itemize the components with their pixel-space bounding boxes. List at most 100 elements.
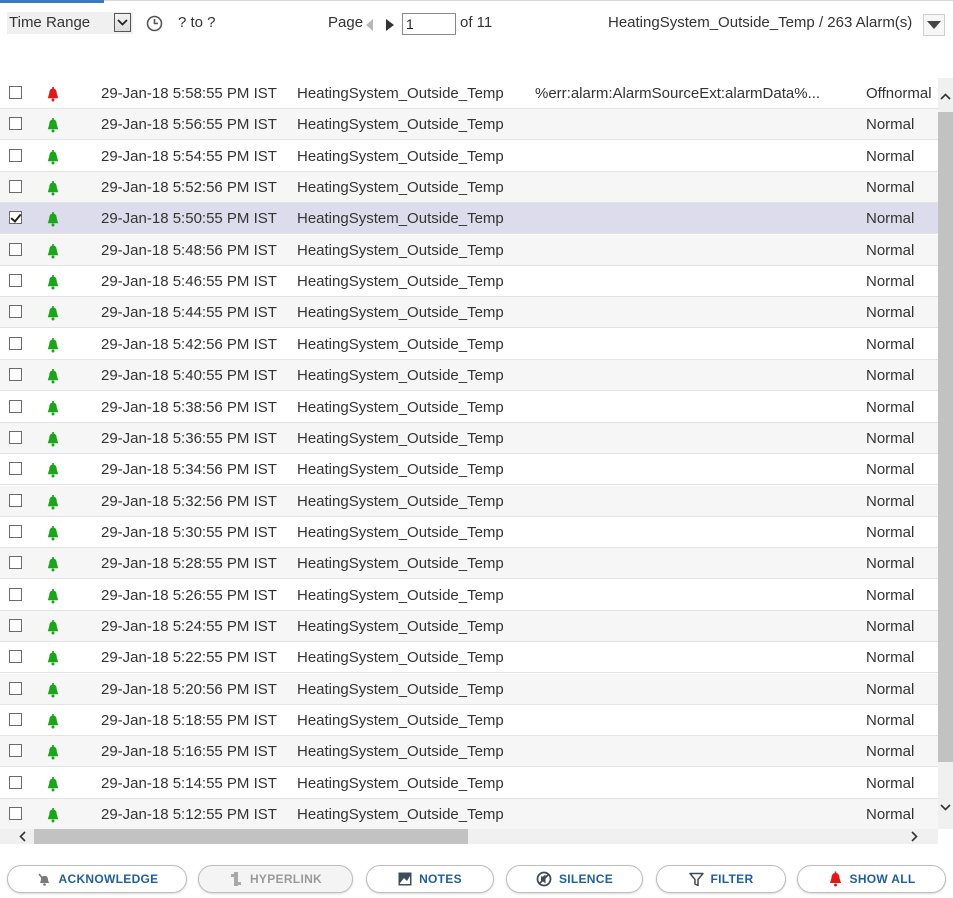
filter-icon (688, 872, 704, 886)
table-row[interactable]: 29-Jan-18 5:42:56 PM IST HeatingSystem_Ou… (0, 329, 938, 360)
alarm-timestamp: 29-Jan-18 5:26:55 PM IST (101, 587, 277, 604)
alarm-source: HeatingSystem_Outside_Temp (297, 587, 504, 604)
alarm-timestamp: 29-Jan-18 5:56:55 PM IST (101, 116, 277, 133)
row-checkbox[interactable] (9, 86, 22, 99)
row-checkbox[interactable] (9, 431, 22, 444)
show-all-label: SHOW ALL (849, 872, 916, 886)
table-row[interactable]: 29-Jan-18 5:26:55 PM IST HeatingSystem_Ou… (0, 580, 938, 611)
table-row[interactable]: 29-Jan-18 5:54:55 PM IST HeatingSystem_Ou… (0, 141, 938, 172)
row-checkbox[interactable] (9, 525, 22, 538)
alarm-source: HeatingSystem_Outside_Temp (297, 179, 504, 196)
chevron-down-icon[interactable] (114, 13, 131, 32)
table-row[interactable]: 29-Jan-18 5:58:55 PM IST HeatingSystem_Ou… (0, 78, 938, 109)
alarm-timestamp: 29-Jan-18 5:48:56 PM IST (101, 242, 277, 259)
scroll-right-icon[interactable] (906, 829, 922, 844)
scroll-left-icon[interactable] (14, 829, 30, 844)
row-checkbox[interactable] (9, 305, 22, 318)
notes-button[interactable]: NOTES (366, 865, 494, 893)
filter-button[interactable]: FILTER (656, 865, 786, 893)
alarm-source: HeatingSystem_Outside_Temp (297, 116, 504, 133)
alarm-state: Normal (866, 179, 915, 196)
vertical-scrollbar-thumb[interactable] (938, 112, 953, 762)
table-row[interactable]: 29-Jan-18 5:12:55 PM IST HeatingSystem_Ou… (0, 799, 938, 829)
row-checkbox[interactable] (9, 149, 22, 162)
table-row[interactable]: 29-Jan-18 5:24:55 PM IST HeatingSystem_Ou… (0, 611, 938, 642)
row-checkbox[interactable] (9, 368, 22, 381)
show-all-button[interactable]: SHOW ALL (797, 865, 946, 893)
scroll-down-icon[interactable] (938, 799, 953, 815)
row-checkbox[interactable] (9, 494, 22, 507)
bell-icon (46, 306, 60, 325)
table-row[interactable]: 29-Jan-18 5:32:56 PM IST HeatingSystem_Ou… (0, 486, 938, 517)
acknowledge-button[interactable]: ACKNOWLEDGE (7, 865, 187, 893)
table-row[interactable]: 29-Jan-18 5:34:56 PM IST HeatingSystem_Ou… (0, 454, 938, 485)
table-row[interactable]: 29-Jan-18 5:36:55 PM IST HeatingSystem_Ou… (0, 423, 938, 454)
time-range-label: Time Range (9, 14, 91, 31)
table-row[interactable]: 29-Jan-18 5:56:55 PM IST HeatingSystem_Ou… (0, 109, 938, 140)
row-checkbox[interactable] (9, 556, 22, 569)
alarm-source: HeatingSystem_Outside_Temp (297, 210, 504, 227)
alarm-source: HeatingSystem_Outside_Temp (297, 336, 504, 353)
row-checkbox[interactable] (9, 744, 22, 757)
table-row[interactable]: 29-Jan-18 5:28:55 PM IST HeatingSystem_Ou… (0, 548, 938, 579)
table-row[interactable]: 29-Jan-18 5:14:55 PM IST HeatingSystem_Ou… (0, 768, 938, 799)
row-checkbox[interactable] (9, 776, 22, 789)
alarm-state: Normal (866, 273, 915, 290)
page-number-input[interactable] (402, 13, 456, 35)
row-checkbox[interactable] (9, 400, 22, 413)
row-checkbox[interactable] (9, 682, 22, 695)
table-row[interactable]: 29-Jan-18 5:50:55 PM IST HeatingSystem_Ou… (0, 203, 938, 234)
row-checkbox[interactable] (9, 117, 22, 130)
alarm-timestamp: 29-Jan-18 5:12:55 PM IST (101, 806, 277, 823)
row-checkbox[interactable] (9, 211, 22, 224)
table-row[interactable]: 29-Jan-18 5:40:55 PM IST HeatingSystem_Ou… (0, 360, 938, 391)
bell-icon (46, 275, 60, 294)
table-row[interactable]: 29-Jan-18 5:52:56 PM IST HeatingSystem_Ou… (0, 172, 938, 203)
table-row[interactable]: 29-Jan-18 5:16:55 PM IST HeatingSystem_Ou… (0, 736, 938, 767)
bell-icon (46, 87, 60, 106)
bell-icon (46, 150, 60, 169)
notes-icon (398, 872, 412, 886)
options-menu-button[interactable] (923, 14, 945, 36)
row-checkbox[interactable] (9, 462, 22, 475)
alarm-source: HeatingSystem_Outside_Temp (297, 85, 504, 102)
silence-button[interactable]: SILENCE (506, 865, 643, 893)
row-checkbox[interactable] (9, 180, 22, 193)
row-checkbox[interactable] (9, 713, 22, 726)
clock-icon[interactable] (146, 15, 163, 36)
time-range-select[interactable]: Time Range (7, 12, 133, 34)
notes-label: NOTES (419, 872, 462, 886)
table-row[interactable]: 29-Jan-18 5:48:56 PM IST HeatingSystem_Ou… (0, 235, 938, 266)
row-checkbox[interactable] (9, 337, 22, 350)
alarm-source: HeatingSystem_Outside_Temp (297, 743, 504, 760)
row-checkbox[interactable] (9, 243, 22, 256)
table-row[interactable]: 29-Jan-18 5:44:55 PM IST HeatingSystem_Ou… (0, 297, 938, 328)
alarm-source: HeatingSystem_Outside_Temp (297, 399, 504, 416)
acknowledge-label: ACKNOWLEDGE (58, 872, 159, 886)
table-row[interactable]: 29-Jan-18 5:46:55 PM IST HeatingSystem_Ou… (0, 266, 938, 297)
bell-icon (46, 777, 60, 796)
page-label: Page (328, 14, 364, 31)
alarm-timestamp: 29-Jan-18 5:42:56 PM IST (101, 336, 277, 353)
table-row[interactable]: 29-Jan-18 5:18:55 PM IST HeatingSystem_Ou… (0, 705, 938, 736)
table-row[interactable]: 29-Jan-18 5:20:56 PM IST HeatingSystem_Ou… (0, 674, 938, 705)
table-row[interactable]: 29-Jan-18 5:22:55 PM IST HeatingSystem_Ou… (0, 642, 938, 673)
row-checkbox[interactable] (9, 650, 22, 663)
row-checkbox[interactable] (9, 274, 22, 287)
bell-icon (46, 212, 60, 231)
alarm-timestamp: 29-Jan-18 5:52:56 PM IST (101, 179, 277, 196)
alarm-state: Normal (866, 775, 915, 792)
hyperlink-button[interactable]: HYPERLINK (198, 865, 353, 893)
row-checkbox[interactable] (9, 619, 22, 632)
alarm-timestamp: 29-Jan-18 5:32:56 PM IST (101, 493, 277, 510)
table-row[interactable]: 29-Jan-18 5:38:56 PM IST HeatingSystem_Ou… (0, 392, 938, 423)
previous-page-icon[interactable] (366, 18, 374, 35)
alarm-source: HeatingSystem_Outside_Temp (297, 304, 504, 321)
alarm-state: Normal (866, 493, 915, 510)
horizontal-scrollbar-thumb[interactable] (34, 829, 468, 844)
row-checkbox[interactable] (9, 807, 22, 820)
scroll-up-icon[interactable] (938, 88, 953, 104)
row-checkbox[interactable] (9, 588, 22, 601)
table-row[interactable]: 29-Jan-18 5:30:55 PM IST HeatingSystem_Ou… (0, 517, 938, 548)
next-page-icon[interactable] (386, 18, 394, 35)
